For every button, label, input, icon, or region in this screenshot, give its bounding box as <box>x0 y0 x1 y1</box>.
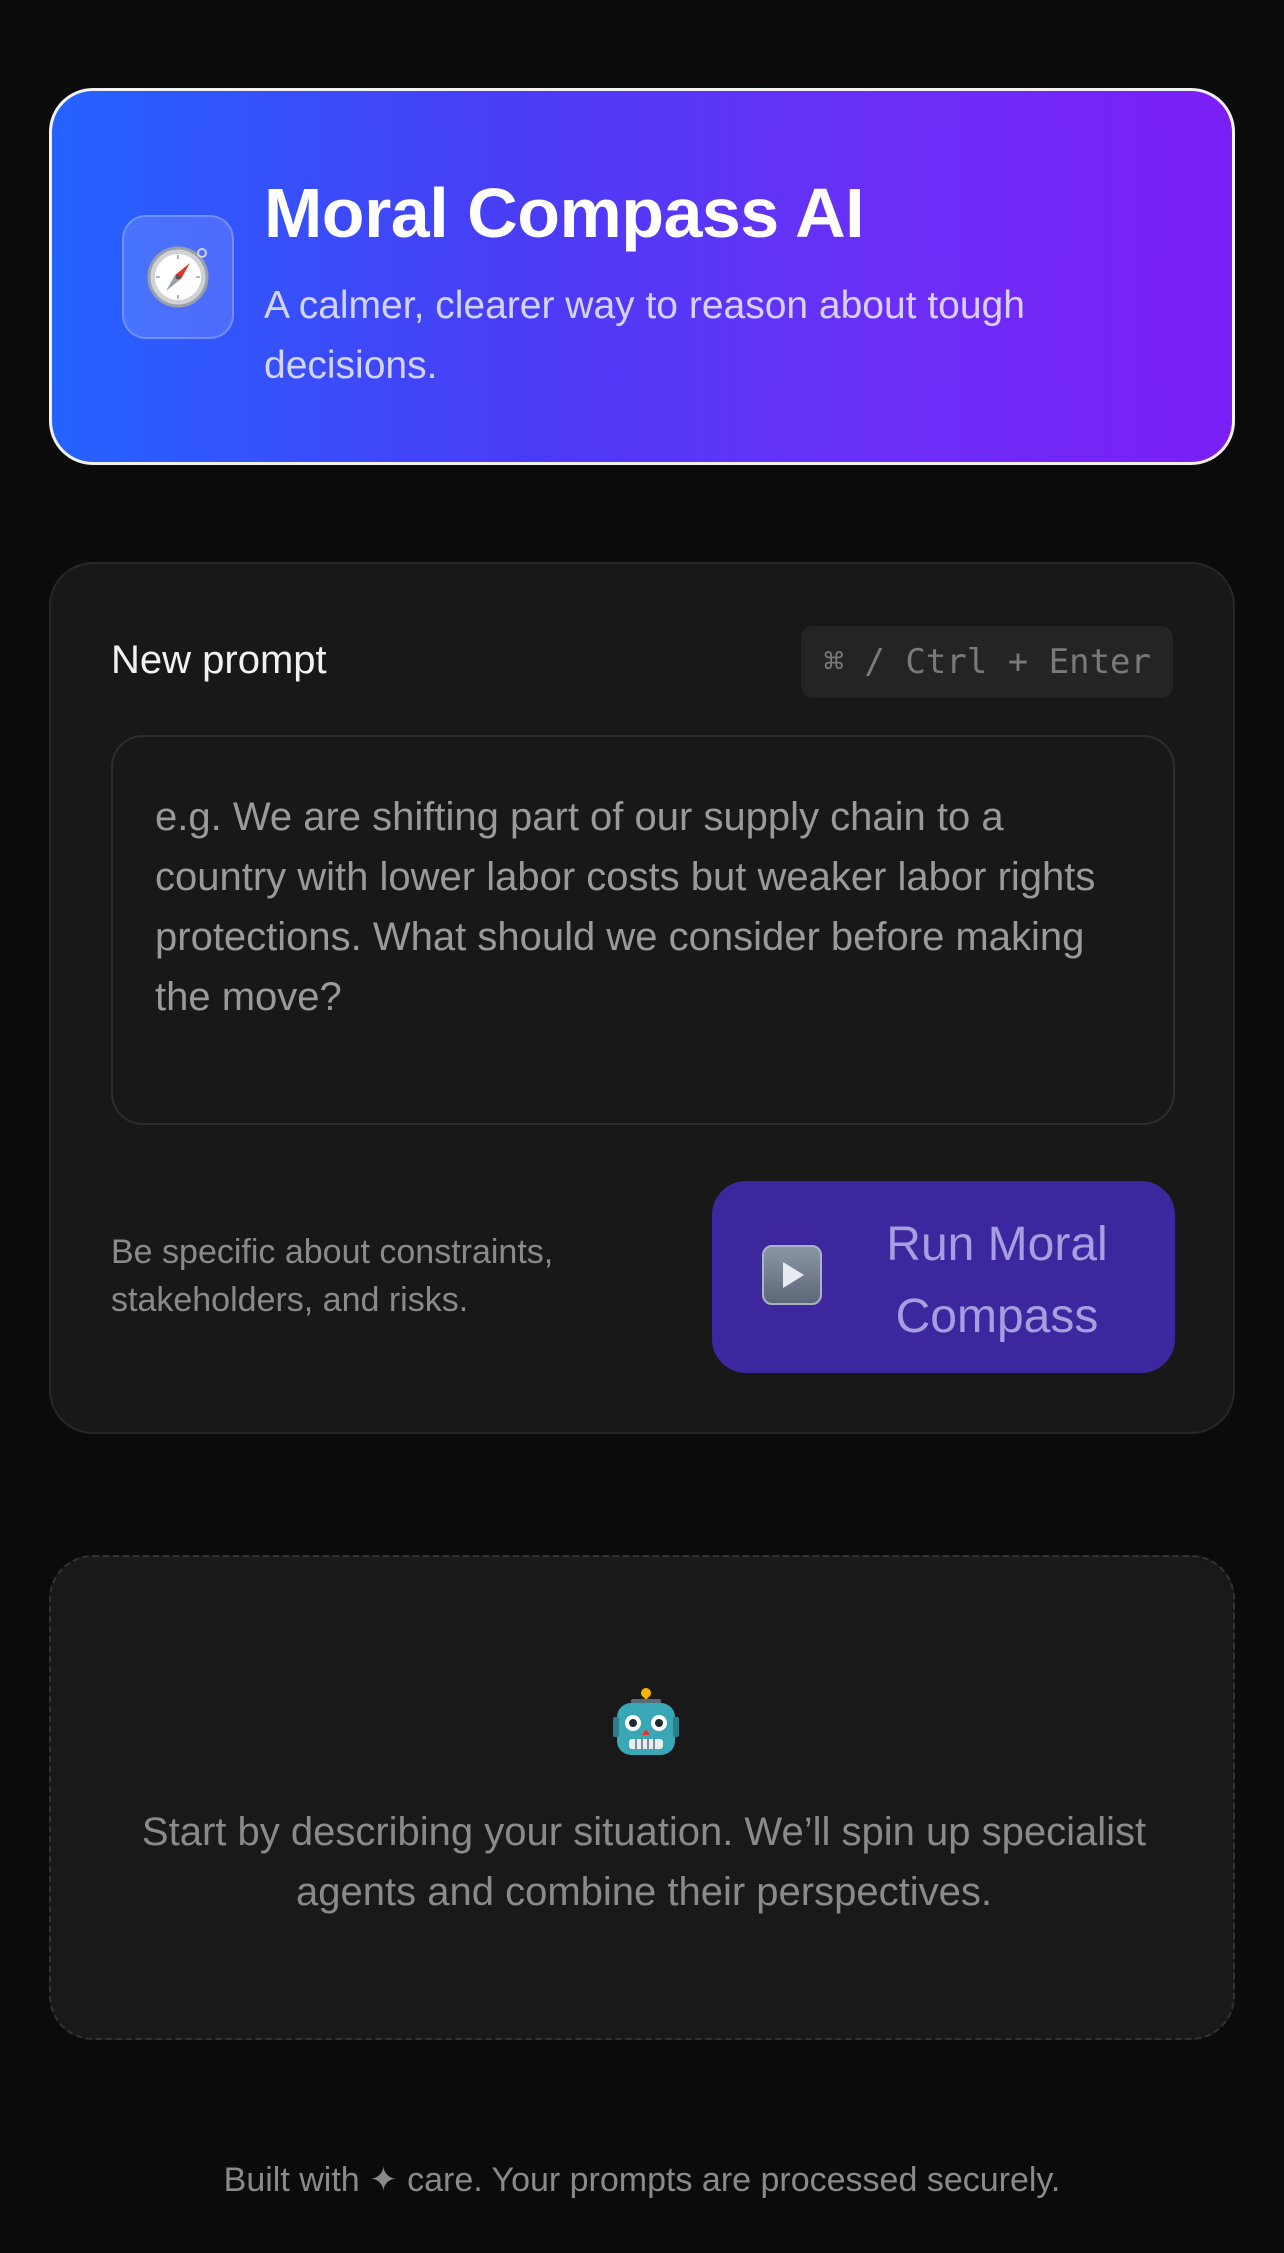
prompt-textarea[interactable] <box>111 735 1175 1125</box>
keyboard-shortcut-hint: ⌘ / Ctrl + Enter <box>801 626 1173 698</box>
app-subtitle: A calmer, clearer way to reason about to… <box>264 284 1025 387</box>
compass-icon <box>122 215 234 339</box>
run-button-label: Run Moral Compass <box>886 1218 1108 1343</box>
play-icon <box>762 1245 822 1305</box>
empty-state-card: Start by describing your situation. We’l… <box>49 1555 1235 2040</box>
page: Moral Compass AI A calmer, clearer way t… <box>0 0 1284 2253</box>
prompt-card: New prompt ⌘ / Ctrl + Enter Be specific … <box>49 562 1235 1434</box>
empty-state-message: Start by describing your situation. We’l… <box>141 1810 1147 1914</box>
run-moral-compass-button[interactable]: Run Moral Compass <box>712 1181 1175 1373</box>
footer-text: Built with ✦ care. Your prompts are proc… <box>223 2161 1061 2199</box>
prompt-label: New prompt <box>111 638 327 682</box>
helper-text: Be specific about constraints, stakehold… <box>111 1233 554 1319</box>
app-title: Moral Compass AI <box>264 174 865 252</box>
header-card: Moral Compass AI A calmer, clearer way t… <box>49 88 1235 465</box>
robot-icon <box>611 1687 681 1759</box>
